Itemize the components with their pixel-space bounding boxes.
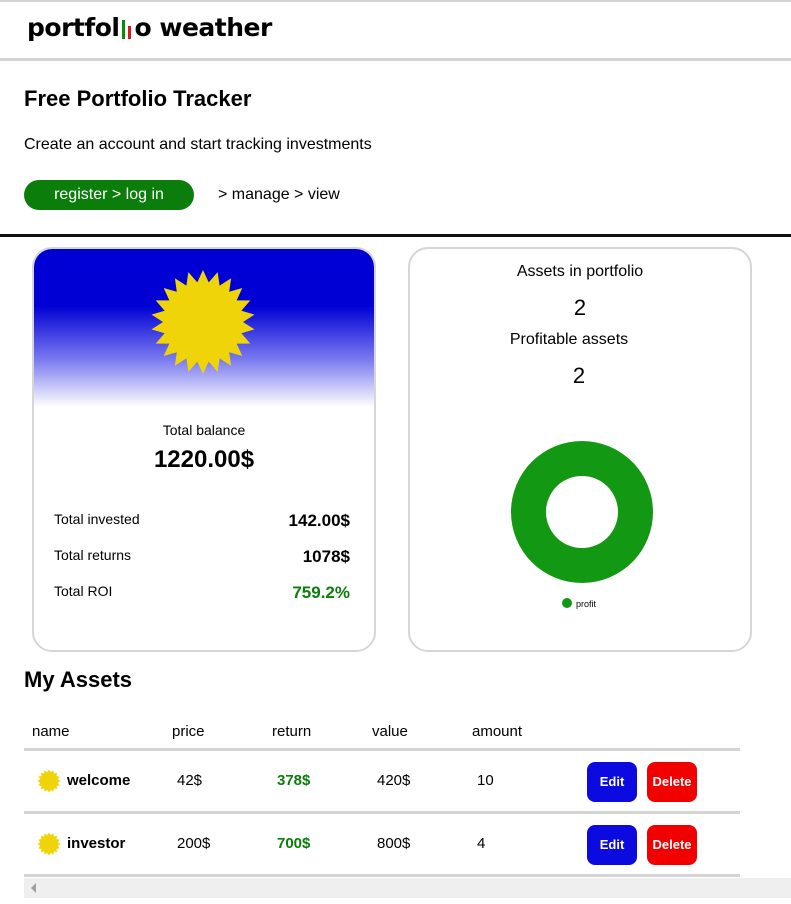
site-logo[interactable]: portfol o weather <box>27 13 272 42</box>
edit-button[interactable]: Edit <box>587 762 637 802</box>
total-invested-value: 142.00$ <box>288 511 350 530</box>
column-price: price <box>172 723 205 740</box>
column-return: return <box>272 723 312 740</box>
logo-text-start: portfol <box>27 13 120 42</box>
legend-swatch <box>562 598 572 608</box>
logo-text-end: o weather <box>134 13 272 42</box>
asset-value: 420$ <box>377 772 411 789</box>
chart-legend: profit <box>562 598 596 609</box>
legend-label: profit <box>576 599 597 609</box>
assets-in-portfolio-count: 2 <box>573 295 587 320</box>
asset-return: 378$ <box>277 772 311 789</box>
asset-amount: 4 <box>477 835 486 852</box>
delete-button[interactable]: Delete <box>647 825 697 865</box>
site-header: portfol o weather <box>0 2 791 61</box>
horizontal-scrollbar[interactable] <box>24 878 791 898</box>
total-balance-label: Total balance <box>162 422 246 438</box>
asset-return: 700$ <box>277 835 311 852</box>
stats-card: Assets in portfolio 2 Profitable assets … <box>408 247 752 652</box>
column-name: name <box>32 723 70 740</box>
column-value: value <box>372 723 408 740</box>
total-roi-label: Total ROI <box>54 583 113 599</box>
balance-card: Total balance 1220.00$ Total invested 14… <box>32 247 376 652</box>
total-returns-value: 1078$ <box>302 547 350 566</box>
profit-donut-chart <box>511 441 653 583</box>
asset-price: 42$ <box>177 772 203 789</box>
register-login-button[interactable]: register > log in <box>24 180 194 210</box>
table-row: investor 200$ 700$ 800$ 4 Edit Delete <box>24 814 740 877</box>
assets-in-portfolio-label: Assets in portfolio <box>516 263 644 280</box>
arrow-left-icon[interactable] <box>31 883 36 893</box>
profitable-assets-label: Profitable assets <box>509 331 629 348</box>
assets-table-header: name price return value amount <box>24 714 740 751</box>
total-roi-value: 759.2% <box>292 583 350 602</box>
chart-bars-icon <box>120 17 133 39</box>
total-balance-value: 1220.00$ <box>153 446 255 473</box>
page-title: Free Portfolio Tracker <box>24 86 252 111</box>
donut-slice-profit[interactable] <box>511 441 653 583</box>
hero-section: Free Portfolio Tracker Create an account… <box>0 60 791 237</box>
asset-value: 800$ <box>377 835 411 852</box>
sun-icon <box>37 769 61 793</box>
asset-amount: 10 <box>477 772 494 789</box>
steps-text: > manage > view <box>218 186 340 203</box>
delete-button[interactable]: Delete <box>647 762 697 802</box>
column-amount: amount <box>472 723 523 740</box>
hero-subtitle: Create an account and start tracking inv… <box>24 136 372 153</box>
profitable-assets-count: 2 <box>572 363 586 388</box>
total-invested-label: Total invested <box>54 511 140 527</box>
edit-button[interactable]: Edit <box>587 825 637 865</box>
sun-icon <box>151 270 255 374</box>
asset-name: investor <box>67 835 126 852</box>
asset-name: welcome <box>67 772 131 789</box>
asset-price: 200$ <box>177 835 211 852</box>
total-returns-label: Total returns <box>54 547 132 563</box>
table-row: welcome 42$ 378$ 420$ 10 Edit Delete <box>24 751 740 814</box>
my-assets-heading: My Assets <box>24 667 133 692</box>
sun-icon <box>37 832 61 856</box>
